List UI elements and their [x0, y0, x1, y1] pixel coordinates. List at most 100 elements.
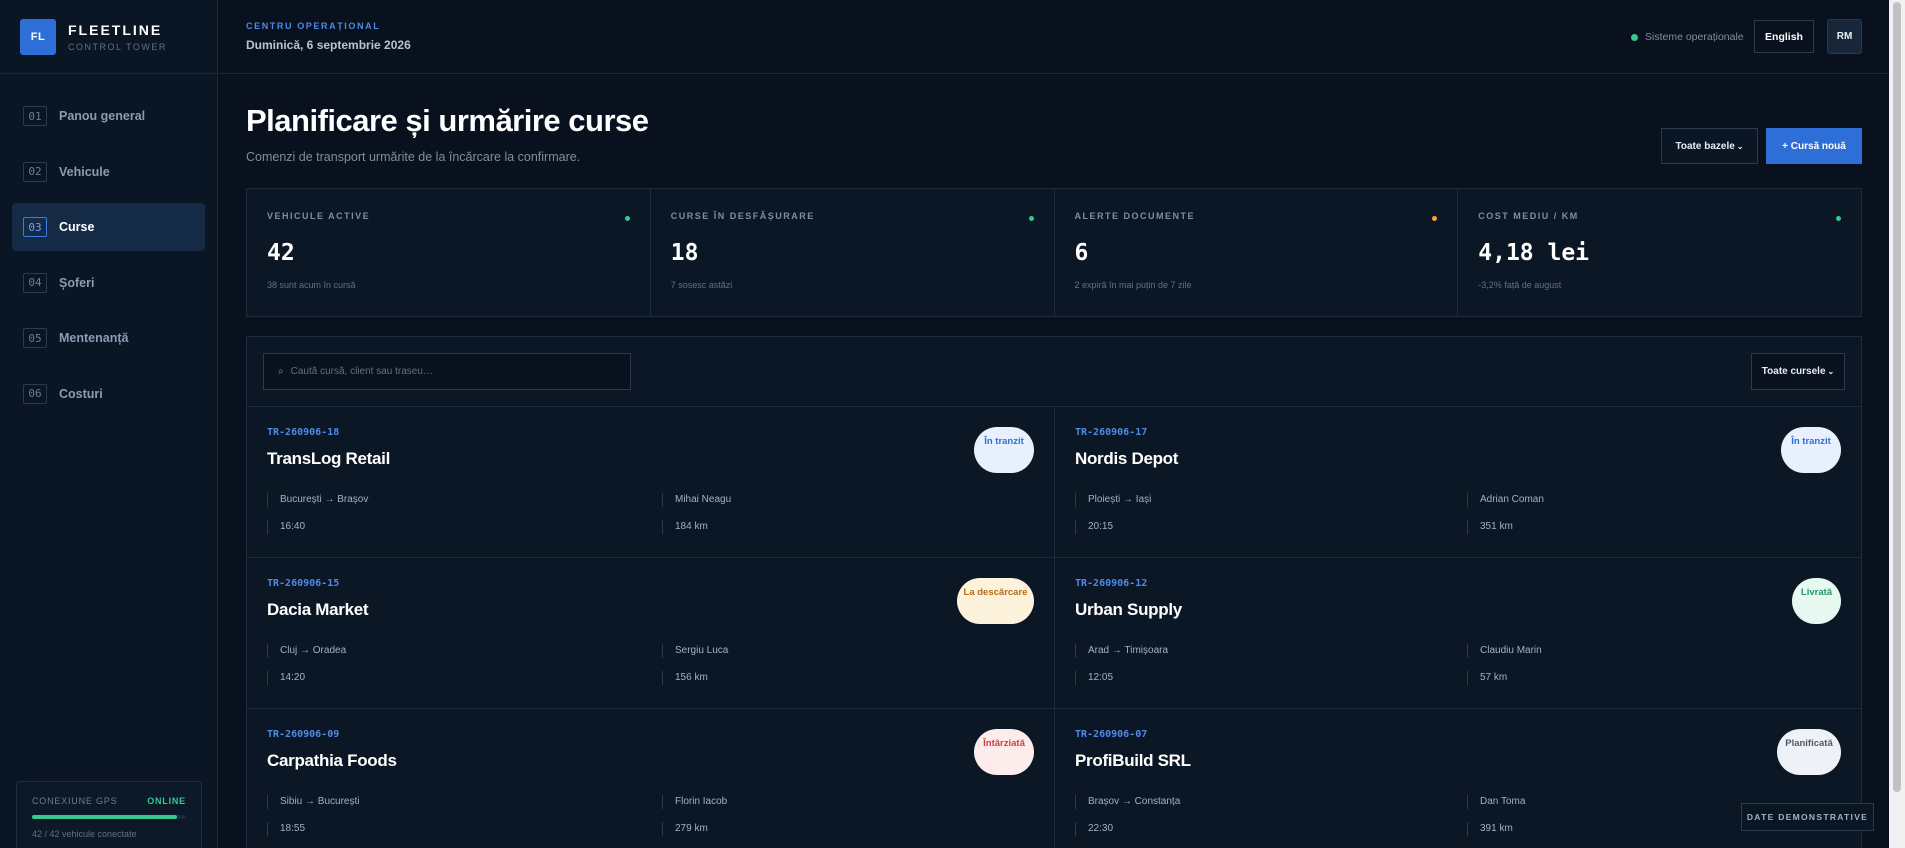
stat-value: 18: [670, 240, 699, 266]
sidebar-item-label: Costuri: [59, 386, 103, 401]
trip-id: TR-260906-07: [1075, 729, 1148, 740]
sidebar-item-label: Panou general: [59, 109, 146, 123]
stat-note: -3,2% față de august: [1478, 280, 1562, 290]
sidebar-item-number: 04: [23, 272, 47, 293]
trip-client: Dacia Market: [267, 600, 369, 619]
trip-card[interactable]: TR-260906-18 TransLog Retail În tranzit Buc…: [247, 407, 1055, 558]
trip-id: TR-260906-17: [1075, 427, 1148, 438]
sidebar: FL FLEETLINE CONTROL TOWER 01 Panou gener…: [0, 0, 218, 848]
chevron-down-icon: ⌄: [1736, 141, 1744, 151]
trip-time: 16:40: [267, 520, 305, 534]
trip-distance: 351 km: [1467, 520, 1513, 534]
brand-subtitle: CONTROL TOWER: [68, 41, 167, 52]
sidebar-item-1[interactable]: 01 Panou general: [12, 92, 205, 140]
page-title: Planificare și urmărire curse: [246, 103, 649, 138]
sidebar-nav: 01 Panou general 02 Vehicule 03 Curse 04 Șoferi…: [0, 74, 217, 418]
sidebar-item-2[interactable]: 02 Vehicule: [12, 148, 205, 196]
search-input[interactable]: ⌕ Caută cursă, client sau traseu…: [263, 353, 631, 390]
trip-driver: Mihai Neagu: [662, 493, 731, 507]
trip-card[interactable]: TR-260906-12 Urban Supply Livrată Arad → Ti…: [1055, 558, 1861, 709]
trip-client: TransLog Retail: [267, 449, 391, 468]
stat-card: ALERTE DOCUMENTE 6 2 expiră în mai puțin d…: [1055, 189, 1459, 316]
sidebar-item-number: 06: [23, 383, 47, 404]
stats-row: VEHICULE ACTIVE 42 38 sunt acum în cursă CU…: [246, 188, 1862, 317]
sidebar-item-5[interactable]: 05 Mentenanță: [12, 314, 205, 362]
trip-distance: 57 km: [1467, 671, 1507, 685]
trips-grid: TR-260906-18 TransLog Retail În tranzit Buc…: [247, 407, 1861, 848]
language-button[interactable]: English: [1754, 20, 1814, 53]
stat-label: ALERTE DOCUMENTE: [1074, 211, 1195, 221]
stat-note: 7 sosesc astăzi: [670, 280, 733, 290]
gps-label: CONEXIUNE GPS: [32, 796, 118, 806]
trip-driver: Sergiu Luca: [662, 644, 728, 658]
trip-route: Cluj → Oradea: [267, 644, 346, 658]
trip-status-badge: La descărcare: [957, 578, 1034, 624]
trip-driver: Adrian Coman: [1467, 493, 1544, 507]
stat-label: CURSE ÎN DESFĂȘURARE: [670, 211, 815, 221]
gps-detail: 42 / 42 vehicule conectate: [32, 829, 137, 839]
trip-time: 20:15: [1075, 520, 1113, 534]
stat-label: VEHICULE ACTIVE: [267, 211, 371, 221]
bases-dropdown-button[interactable]: Toate bazele ⌄: [1661, 128, 1758, 164]
sidebar-item-6[interactable]: 06 Costuri: [12, 370, 205, 418]
sidebar-item-number: 05: [23, 328, 47, 348]
trips-panel: ⌕ Caută cursă, client sau traseu… Toate …: [246, 336, 1862, 848]
chevron-down-icon: ⌄: [1827, 367, 1835, 376]
trip-time: 22:30: [1075, 822, 1113, 836]
trip-status-badge: Livrată: [1792, 578, 1841, 624]
system-status: Sisteme operaționale: [1631, 31, 1744, 43]
trip-route: Ploiești → Iași: [1075, 493, 1151, 507]
trip-id: TR-260906-09: [267, 729, 340, 740]
stat-status-dot-icon: [1836, 216, 1841, 221]
sidebar-item-label: Șoferi: [59, 275, 95, 290]
trip-client: Nordis Depot: [1075, 449, 1179, 468]
sidebar-item-label: Curse: [59, 220, 95, 234]
search-icon: ⌕: [278, 366, 284, 377]
sidebar-item-number: 03: [23, 217, 47, 237]
trip-driver: Claudiu Marin: [1467, 644, 1542, 658]
scrollbar-thumb[interactable]: [1893, 2, 1901, 792]
trip-time: 12:05: [1075, 671, 1113, 685]
trip-card[interactable]: TR-260906-17 Nordis Depot În tranzit Ploieș…: [1055, 407, 1861, 558]
trip-id: TR-260906-12: [1075, 578, 1148, 589]
trip-status-badge: În tranzit: [1781, 427, 1841, 473]
stat-card: VEHICULE ACTIVE 42 38 sunt acum în cursă: [247, 189, 651, 316]
top-bar: CENTRU OPERAȚIONAL Duminică, 6 septembri…: [219, 0, 1905, 74]
trip-card[interactable]: TR-260906-09 Carpathia Foods Întârziată Sib…: [247, 709, 1055, 848]
filter-button-label: Toate cursele: [1761, 366, 1826, 377]
trip-time: 14:20: [267, 671, 305, 685]
trip-driver: Florin Iacob: [662, 795, 727, 809]
trip-distance: 184 km: [662, 520, 708, 534]
brand-name: FLEETLINE: [68, 21, 163, 38]
gps-progress-bar: [32, 815, 186, 819]
stat-label: COST MEDIU / KM: [1478, 211, 1579, 221]
demo-data-tag: DATE DEMONSTRATIVE: [1741, 803, 1874, 831]
trips-filter-button[interactable]: Toate cursele ⌄: [1751, 353, 1845, 390]
scrollbar[interactable]: [1889, 0, 1905, 848]
trip-id: TR-260906-18: [267, 427, 340, 438]
stat-note: 2 expiră în mai puțin de 7 zile: [1074, 280, 1192, 290]
sidebar-item-4[interactable]: 04 Șoferi: [12, 259, 205, 307]
gps-progress-fill: [32, 815, 177, 819]
stat-card: COST MEDIU / KM 4,18 lei -3,2% față de aug…: [1458, 189, 1861, 316]
sidebar-item-label: Vehicule: [59, 164, 110, 179]
trip-id: TR-260906-15: [267, 578, 340, 589]
header-kicker: CENTRU OPERAȚIONAL: [246, 21, 381, 31]
bases-button-label: Toate bazele: [1675, 140, 1735, 152]
status-dot-icon: [1631, 33, 1638, 41]
header-date: Duminică, 6 septembrie 2026: [246, 38, 411, 52]
gps-status-card: CONEXIUNE GPS ONLINE 42 / 42 vehicule co…: [16, 781, 202, 848]
trip-card[interactable]: TR-260906-15 Dacia Market La descărcare Clu…: [247, 558, 1055, 709]
stat-status-dot-icon: [624, 216, 630, 221]
new-trip-button[interactable]: + Cursă nouă: [1766, 128, 1862, 164]
trip-client: ProfiBuild SRL: [1075, 751, 1191, 770]
trip-route: Brașov → Constanța: [1075, 795, 1180, 809]
sidebar-item-number: 01: [23, 106, 47, 126]
sidebar-item-3[interactable]: 03 Curse: [12, 203, 205, 251]
trip-status-badge: Întârziată: [974, 729, 1034, 775]
trip-distance: 279 km: [662, 822, 708, 836]
avatar[interactable]: RM: [1827, 19, 1862, 54]
trip-time: 18:55: [267, 822, 305, 836]
brand[interactable]: FL FLEETLINE CONTROL TOWER: [0, 0, 217, 74]
system-status-text: Sisteme operaționale: [1645, 31, 1744, 43]
